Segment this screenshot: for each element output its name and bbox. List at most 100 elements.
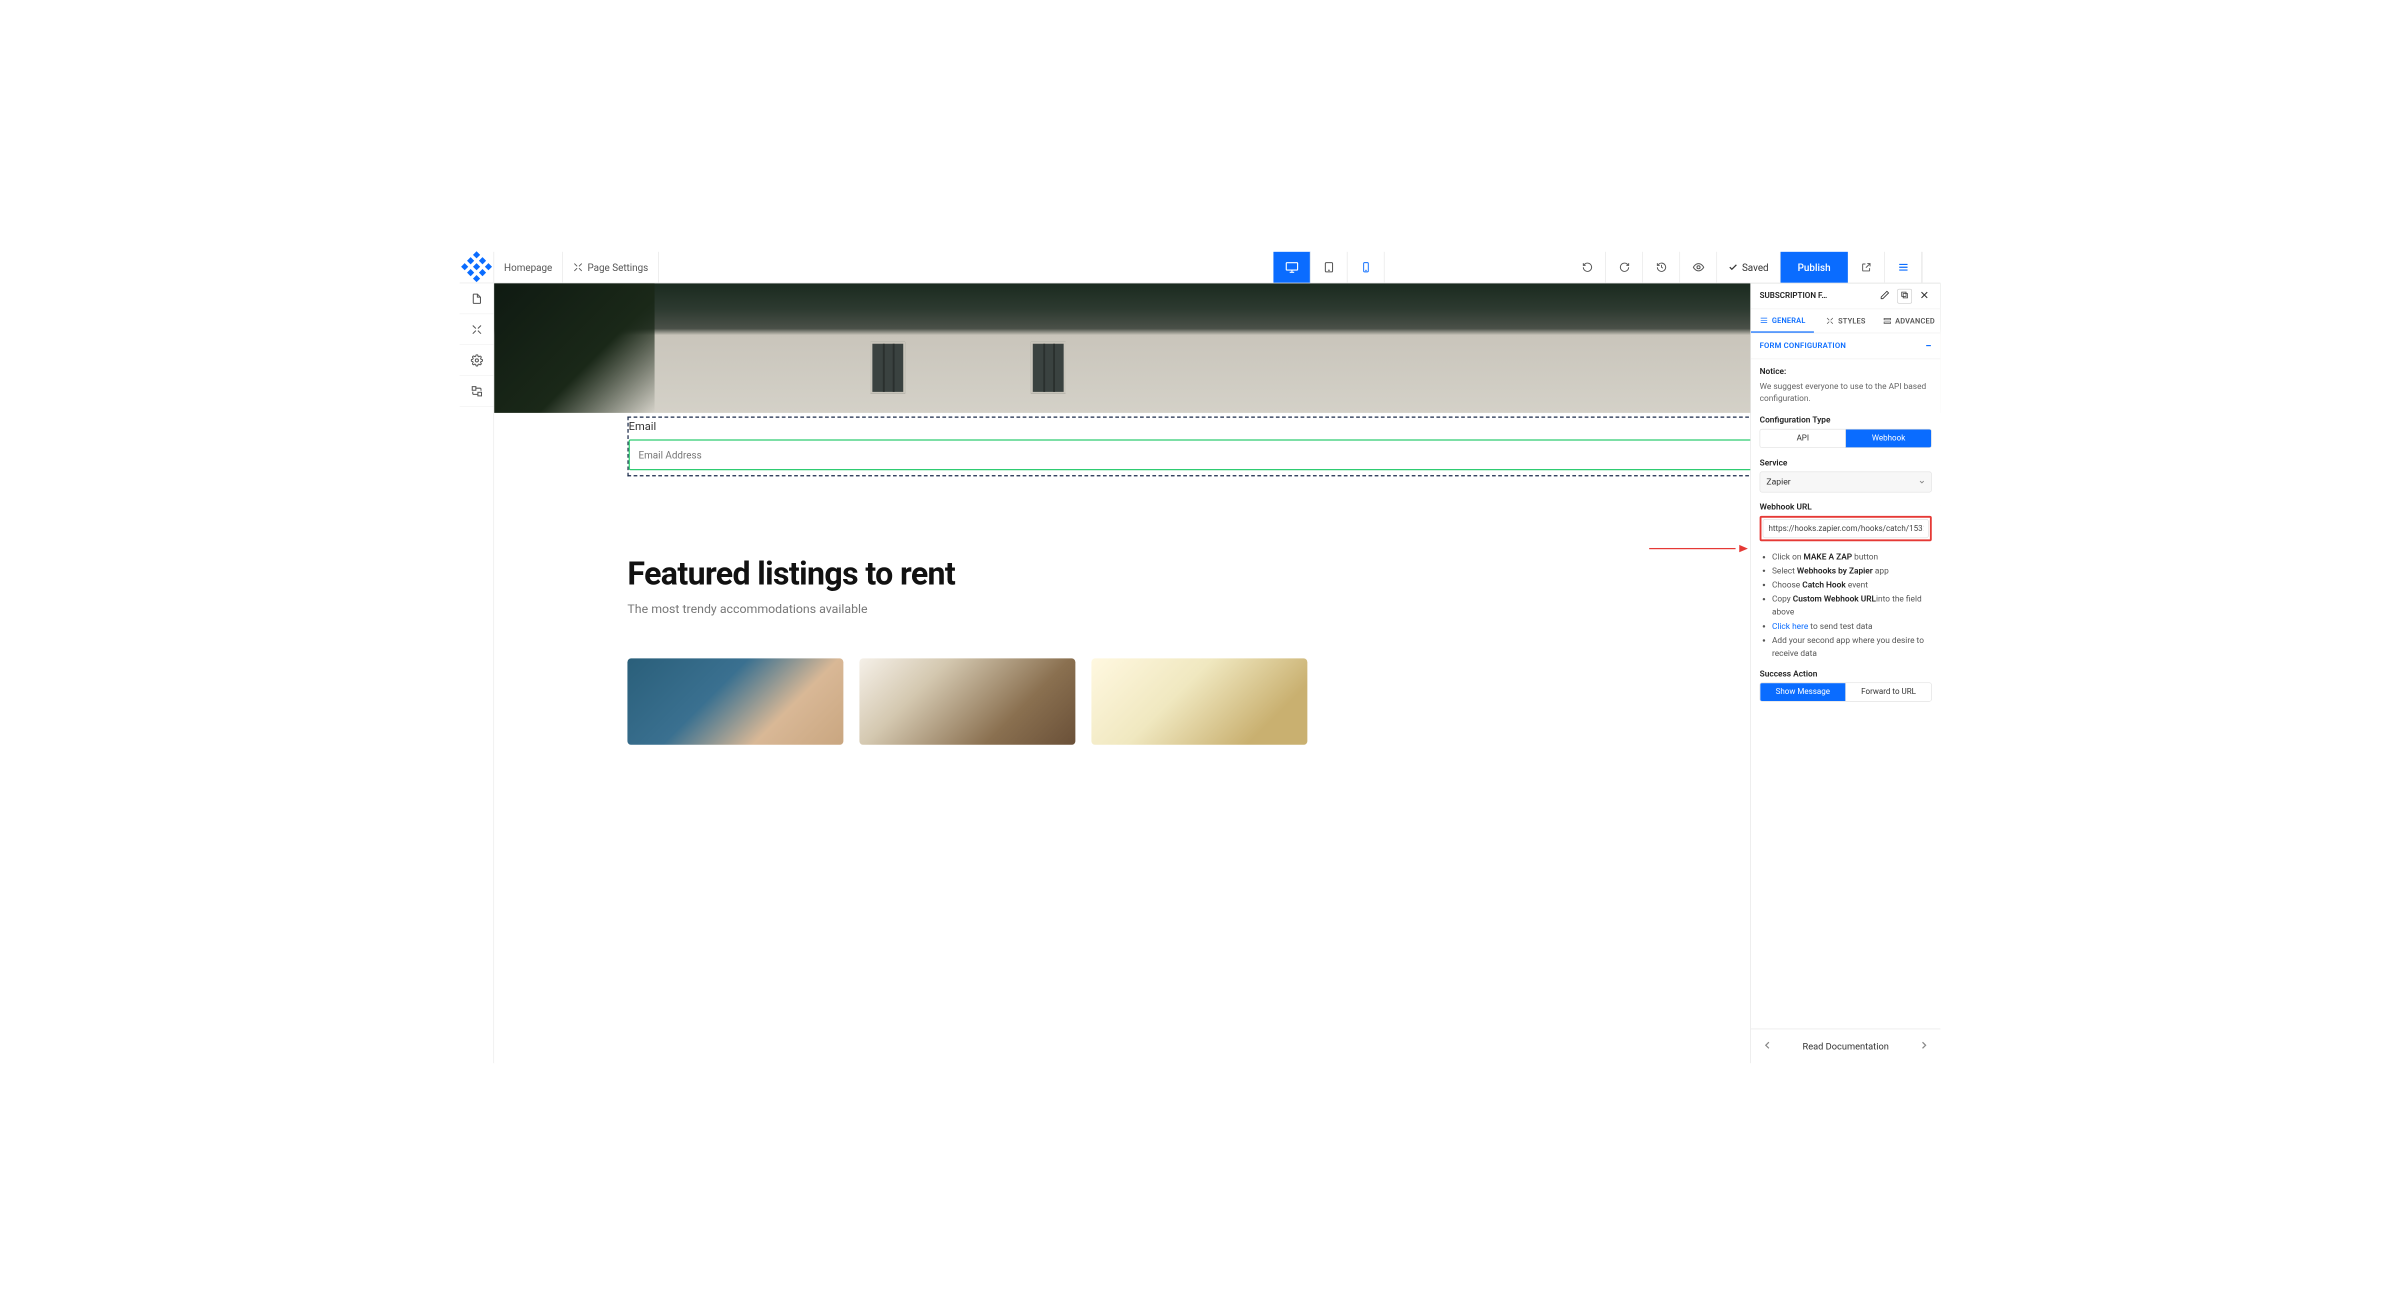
page-settings-label: Page Settings bbox=[587, 261, 648, 273]
inspector-panel: SUBSCRIPTION F… GENERAL STYLES ADVANCED … bbox=[1750, 283, 1940, 1028]
notice-label: Notice: bbox=[1760, 367, 1932, 377]
panel-header: SUBSCRIPTION F… bbox=[1751, 283, 1940, 309]
panel-tabs: GENERAL STYLES ADVANCED bbox=[1751, 309, 1940, 333]
window-decoration bbox=[871, 342, 906, 394]
pages-button[interactable] bbox=[460, 283, 494, 314]
list-icon bbox=[1760, 316, 1769, 325]
publish-button[interactable]: Publish bbox=[1780, 252, 1847, 283]
preview-button[interactable] bbox=[1680, 252, 1717, 283]
notice-text: We suggest everyone to use to the API ba… bbox=[1760, 380, 1932, 405]
tab-styles-label: STYLES bbox=[1838, 317, 1865, 326]
webhook-url-label: Webhook URL bbox=[1760, 502, 1932, 512]
gear-icon bbox=[470, 354, 482, 366]
open-external-button[interactable] bbox=[1848, 252, 1885, 283]
undo-icon bbox=[1582, 262, 1593, 273]
logo-icon bbox=[460, 250, 494, 284]
undo-button[interactable] bbox=[1569, 252, 1606, 283]
menu-button[interactable] bbox=[1885, 252, 1922, 283]
doc-next-button[interactable] bbox=[1916, 1041, 1932, 1052]
section-heading: Featured listings to rent The most trend… bbox=[627, 555, 955, 616]
email-label: Email bbox=[629, 418, 1933, 437]
success-action-block: Success Action Show Message Forward to U… bbox=[1760, 669, 1932, 702]
tab-styles[interactable]: STYLES bbox=[1814, 309, 1877, 332]
step-item: Choose Catch Hook event bbox=[1772, 579, 1932, 592]
tools-icon bbox=[1826, 317, 1835, 326]
pencil-ruler-icon bbox=[470, 323, 482, 335]
chevron-left-icon bbox=[1765, 1041, 1771, 1050]
panel-body: Notice: We suggest everyone to use to th… bbox=[1751, 359, 1940, 1028]
step-item: Add your second app where you desire to … bbox=[1772, 634, 1932, 660]
documentation-bar[interactable]: Read Documentation bbox=[1750, 1029, 1940, 1064]
config-type-api[interactable]: API bbox=[1760, 429, 1845, 447]
app-logo[interactable] bbox=[460, 252, 495, 283]
desktop-preview-button[interactable] bbox=[1274, 252, 1311, 283]
service-label: Service bbox=[1760, 458, 1932, 468]
heading-subtitle: The most trendy accommodations available bbox=[627, 601, 955, 616]
page-canvas[interactable]: Email Featured listings to rent The most… bbox=[494, 283, 1940, 1063]
section-label: FORM CONFIGURATION bbox=[1760, 341, 1846, 350]
doc-prev-button[interactable] bbox=[1760, 1041, 1776, 1052]
webhook-url-block: Webhook URL bbox=[1760, 502, 1932, 541]
collapse-section-button[interactable]: − bbox=[1925, 339, 1931, 352]
page-name[interactable]: Homepage bbox=[494, 252, 563, 283]
success-action-label: Success Action bbox=[1760, 669, 1932, 679]
eye-icon bbox=[1692, 261, 1704, 273]
chevron-right-icon bbox=[1921, 1041, 1927, 1050]
layers-button[interactable] bbox=[1897, 289, 1912, 304]
step-item: Copy Custom Webhook URLinto the field ab… bbox=[1772, 593, 1932, 619]
config-type-webhook[interactable]: Webhook bbox=[1845, 429, 1931, 447]
step-item: Click here to send test data bbox=[1772, 620, 1932, 633]
file-icon bbox=[470, 292, 482, 304]
listing-card[interactable] bbox=[627, 658, 843, 744]
listing-card[interactable] bbox=[1091, 658, 1307, 744]
success-show-message[interactable]: Show Message bbox=[1760, 683, 1845, 701]
left-sidebar bbox=[460, 283, 495, 1063]
success-forward-url[interactable]: Forward to URL bbox=[1845, 683, 1931, 701]
tab-general-label: GENERAL bbox=[1772, 316, 1806, 325]
webhook-url-highlight bbox=[1760, 516, 1932, 541]
tab-advanced-label: ADVANCED bbox=[1895, 317, 1935, 326]
step-item: Select Webhooks by Zapier app bbox=[1772, 565, 1932, 578]
doc-label: Read Documentation bbox=[1776, 1041, 1916, 1052]
hero-image bbox=[494, 283, 1940, 413]
saved-indicator[interactable]: Saved bbox=[1717, 252, 1780, 283]
saved-label: Saved bbox=[1742, 261, 1769, 273]
tablet-preview-button[interactable] bbox=[1311, 252, 1348, 283]
history-button[interactable] bbox=[1643, 252, 1680, 283]
tools-icon bbox=[573, 262, 584, 273]
email-input[interactable] bbox=[629, 439, 1915, 470]
mobile-preview-button[interactable] bbox=[1348, 252, 1385, 283]
edit-name-button[interactable] bbox=[1877, 287, 1892, 304]
subscription-form-element[interactable]: Email bbox=[627, 417, 1934, 477]
layers-icon bbox=[1900, 290, 1909, 299]
send-test-data-link[interactable]: Click here bbox=[1772, 621, 1808, 631]
tab-general[interactable]: GENERAL bbox=[1751, 309, 1814, 332]
step-item: Click on MAKE A ZAP button bbox=[1772, 551, 1932, 564]
design-button[interactable] bbox=[460, 314, 494, 345]
listing-card[interactable] bbox=[859, 658, 1075, 744]
redo-button[interactable] bbox=[1606, 252, 1643, 283]
history-icon bbox=[1656, 262, 1667, 273]
heading-title: Featured listings to rent bbox=[627, 555, 955, 593]
tablet-icon bbox=[1323, 261, 1335, 273]
config-type-label: Configuration Type bbox=[1760, 415, 1932, 425]
service-select[interactable]: Zapier bbox=[1760, 471, 1932, 492]
config-type-block: Configuration Type API Webhook bbox=[1760, 415, 1932, 448]
desktop-icon bbox=[1285, 260, 1299, 274]
success-action-segmented: Show Message Forward to URL bbox=[1760, 682, 1932, 701]
config-type-segmented: API Webhook bbox=[1760, 429, 1932, 448]
structure-button[interactable] bbox=[460, 376, 494, 407]
settings-button[interactable] bbox=[460, 345, 494, 376]
listings-row bbox=[627, 658, 1307, 744]
close-panel-button[interactable] bbox=[1917, 287, 1932, 304]
section-form-configuration[interactable]: FORM CONFIGURATION − bbox=[1751, 333, 1940, 359]
window-decoration bbox=[1031, 342, 1066, 394]
page-settings-button[interactable]: Page Settings bbox=[563, 252, 659, 283]
tab-advanced[interactable]: ADVANCED bbox=[1877, 309, 1940, 332]
menu-icon bbox=[1898, 262, 1909, 273]
webhook-url-input[interactable] bbox=[1763, 519, 1929, 538]
setup-steps: Click on MAKE A ZAP button Select Webhoo… bbox=[1760, 551, 1932, 660]
layout-icon bbox=[470, 385, 482, 397]
top-toolbar: Homepage Page Settings Saved Publish bbox=[460, 252, 1941, 283]
notice-block: Notice: We suggest everyone to use to th… bbox=[1760, 367, 1932, 406]
